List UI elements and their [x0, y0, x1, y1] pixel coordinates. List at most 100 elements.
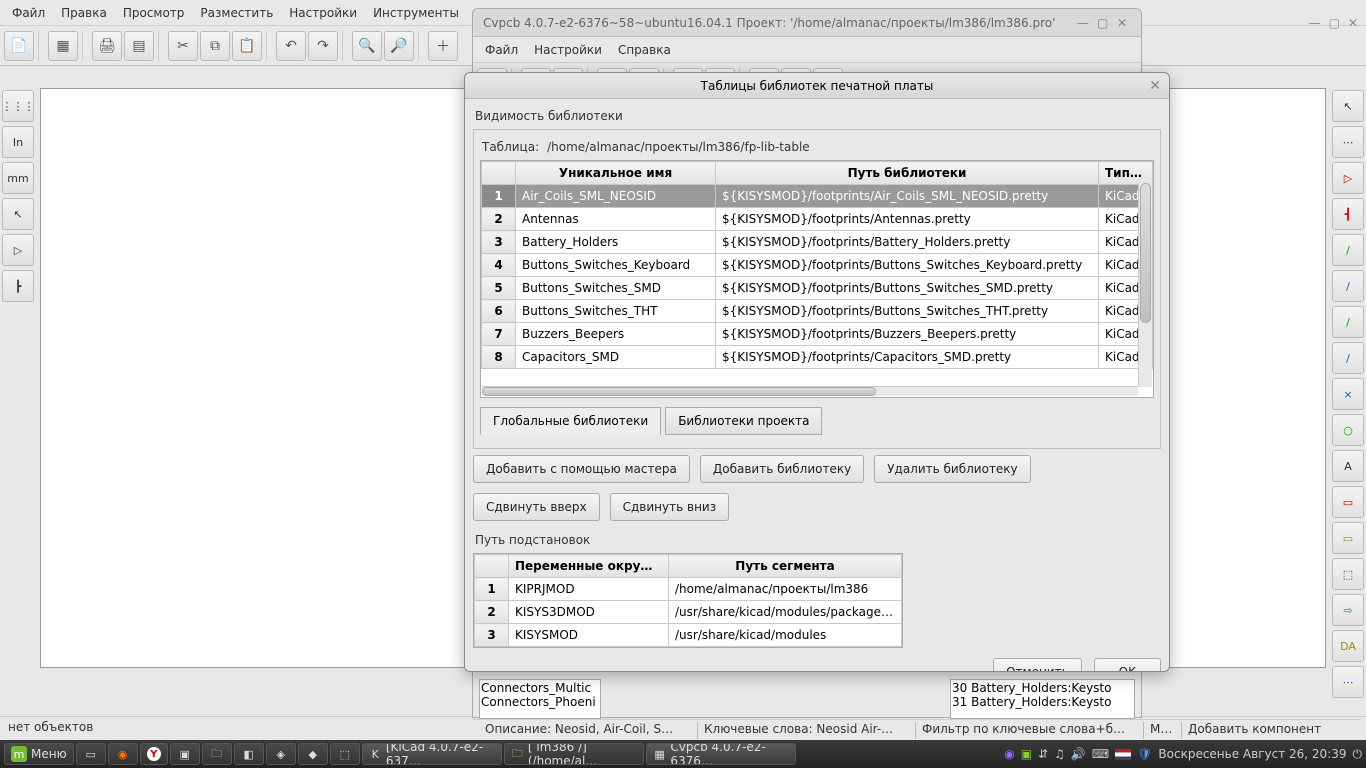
rt-entry2-icon[interactable]: /: [1332, 342, 1364, 374]
tray-flag-icon[interactable]: [1115, 749, 1131, 760]
tb-sheet-icon[interactable]: ▦: [48, 31, 78, 61]
tab-global-libs[interactable]: Глобальные библиотеки: [480, 407, 661, 435]
header-envvar[interactable]: Переменные окружения: [509, 555, 669, 578]
table-row[interactable]: 1 KIPRJMOD /home/almanac/проекты/lm386: [475, 578, 902, 601]
cell-seg[interactable]: /usr/share/kicad/modules: [669, 624, 902, 647]
tab-project-libs[interactable]: Библиотеки проекта: [665, 407, 822, 435]
close-icon[interactable]: ✕: [1348, 16, 1358, 30]
cancel-button[interactable]: Отменить: [993, 658, 1082, 671]
table-row[interactable]: 6 Buttons_Switches_THT ${KISYSMOD}/footp…: [482, 300, 1153, 323]
tray-user-icon[interactable]: ⏻: [1353, 747, 1363, 762]
cvpcb-titlebar[interactable]: Cvpcb 4.0.7-e2-6376~58~ubuntu16.04.1 Про…: [473, 9, 1141, 37]
cell-env[interactable]: KISYS3DMOD: [509, 601, 669, 624]
rt-junction-icon[interactable]: ○: [1332, 414, 1364, 446]
add-wizard-button[interactable]: Добавить с помощью мастера: [473, 455, 690, 483]
list-item[interactable]: 31 Battery_Holders:Keysto: [952, 695, 1133, 709]
menu-file[interactable]: Файл: [6, 3, 51, 23]
menu-settings[interactable]: Настройки: [283, 3, 363, 23]
substitutions-table[interactable]: Переменные окружения Путь сегмента 1 KIP…: [473, 553, 903, 648]
rt-power-icon[interactable]: ┫: [1332, 198, 1364, 230]
close-icon[interactable]: ✕: [1117, 16, 1131, 30]
tray-shield-icon[interactable]: 🛡: [1137, 747, 1152, 761]
close-icon[interactable]: ✕: [1149, 78, 1161, 94]
rt-hlabel-icon[interactable]: ▭: [1332, 522, 1364, 554]
cvpcb-library-list[interactable]: Connectors_Multic Connectors_Phoeni: [479, 679, 601, 719]
cell-path[interactable]: ${KISYSMOD}/footprints/Buttons_Switches_…: [716, 300, 1099, 323]
add-library-button[interactable]: Добавить библиотеку: [700, 455, 864, 483]
tb-cut-icon[interactable]: ✂: [168, 31, 198, 61]
rt-amp-icon[interactable]: ▷: [1332, 162, 1364, 194]
tray-viber-icon[interactable]: ◉: [1004, 747, 1014, 761]
table-row[interactable]: 7 Buzzers_Beepers ${KISYSMOD}/footprints…: [482, 323, 1153, 346]
menu-view[interactable]: Просмотр: [117, 3, 191, 23]
table-row[interactable]: 8 Capacitors_SMD ${KISYSMOD}/footprints/…: [482, 346, 1153, 369]
rt-entry1-icon[interactable]: /: [1332, 306, 1364, 338]
table-row[interactable]: 2 Antennas ${KISYSMOD}/footprints/Antenn…: [482, 208, 1153, 231]
tb-print-icon[interactable]: 🖨: [92, 31, 122, 61]
rt-select-icon[interactable]: ↖: [1332, 90, 1364, 122]
ok-button[interactable]: OK: [1094, 658, 1161, 671]
taskbar-app3[interactable]: ◆: [298, 743, 328, 765]
cvpcb-footprint-list[interactable]: 30 Battery_Holders:Keysto 31 Battery_Hol…: [950, 679, 1135, 719]
table-row[interactable]: 5 Buttons_Switches_SMD ${KISYSMOD}/footp…: [482, 277, 1153, 300]
taskbar-terminal[interactable]: ▣: [170, 743, 200, 765]
library-table[interactable]: Уникальное имя Путь библиотеки Тип пл 1 …: [480, 160, 1154, 398]
tb-zoom-icon[interactable]: 🔎: [384, 31, 414, 61]
cell-name[interactable]: Buttons_Switches_SMD: [516, 277, 716, 300]
cell-env[interactable]: KISYSMOD: [509, 624, 669, 647]
move-down-button[interactable]: Сдвинуть вниз: [610, 493, 729, 521]
cell-seg[interactable]: /home/almanac/проекты/lm386: [669, 578, 902, 601]
cell-name[interactable]: Antennas: [516, 208, 716, 231]
minimize-icon[interactable]: —: [1077, 16, 1091, 30]
lt-mm-icon[interactable]: mm: [2, 162, 34, 194]
cell-name[interactable]: Buzzers_Beepers: [516, 323, 716, 346]
start-menu-button[interactable]: m Меню: [4, 743, 74, 765]
minimize-icon[interactable]: —: [1309, 16, 1321, 30]
taskbar-task-files[interactable]: 🗀[ lm386 /] (/home/al…: [504, 743, 644, 765]
rt-noconn-icon[interactable]: ×: [1332, 378, 1364, 410]
menu-edit[interactable]: Правка: [55, 3, 113, 23]
rt-import-icon[interactable]: ⇨: [1332, 594, 1364, 626]
cell-path[interactable]: ${KISYSMOD}/footprints/Antennas.pretty: [716, 208, 1099, 231]
table-row[interactable]: 1 Air_Coils_SML_NEOSID ${KISYSMOD}/footp…: [482, 185, 1153, 208]
cell-path[interactable]: ${KISYSMOD}/footprints/Battery_Holders.p…: [716, 231, 1099, 254]
taskbar-app1[interactable]: ◧: [234, 743, 264, 765]
taskbar-firefox[interactable]: ◉: [108, 743, 138, 765]
cell-env[interactable]: KIPRJMOD: [509, 578, 669, 601]
maximize-icon[interactable]: ▢: [1329, 16, 1340, 30]
tray-music-icon[interactable]: ♫: [1054, 747, 1065, 761]
menu-file[interactable]: Файл: [479, 40, 524, 60]
lt-inches-icon[interactable]: In: [2, 126, 34, 158]
tb-find-icon[interactable]: 🔍: [352, 31, 382, 61]
tb-undo-icon[interactable]: ↶: [276, 31, 306, 61]
cell-path[interactable]: ${KISYSMOD}/footprints/Buttons_Switches_…: [716, 254, 1099, 277]
tb-plot-icon[interactable]: ▤: [124, 31, 154, 61]
cell-path[interactable]: ${KISYSMOD}/footprints/Buttons_Switches_…: [716, 277, 1099, 300]
header-type[interactable]: Тип пл: [1099, 162, 1153, 185]
list-item[interactable]: 30 Battery_Holders:Keysto: [952, 681, 1133, 695]
tray-clock[interactable]: Воскресенье Август 26, 20:39: [1158, 747, 1346, 761]
maximize-icon[interactable]: ▢: [1097, 16, 1111, 30]
cell-path[interactable]: ${KISYSMOD}/footprints/Buzzers_Beepers.p…: [716, 323, 1099, 346]
header-segment[interactable]: Путь сегмента: [669, 555, 902, 578]
table-row[interactable]: 3 KISYSMOD /usr/share/kicad/modules: [475, 624, 902, 647]
rt-wire-icon[interactable]: /: [1332, 234, 1364, 266]
lt-triangle-icon[interactable]: ▷: [2, 234, 34, 266]
tb-redo-icon[interactable]: ↷: [308, 31, 338, 61]
rt-label-icon[interactable]: A: [1332, 450, 1364, 482]
cell-seg[interactable]: /usr/share/kicad/modules/packages3d/: [669, 601, 902, 624]
cell-name[interactable]: Air_Coils_SML_NEOSID: [516, 185, 716, 208]
rt-dashline-icon[interactable]: ⋯: [1332, 666, 1364, 698]
lt-cursor-icon[interactable]: ↖: [2, 198, 34, 230]
table-row[interactable]: 4 Buttons_Switches_Keyboard ${KISYSMOD}/…: [482, 254, 1153, 277]
rt-da-icon[interactable]: DA: [1332, 630, 1364, 662]
cell-name[interactable]: Battery_Holders: [516, 231, 716, 254]
remove-library-button[interactable]: Удалить библиотеку: [874, 455, 1030, 483]
dialog-titlebar[interactable]: Таблицы библиотек печатной платы ✕: [465, 73, 1169, 99]
menu-help[interactable]: Справка: [612, 40, 677, 60]
header-name[interactable]: Уникальное имя: [516, 162, 716, 185]
tray-network-icon[interactable]: ⇵: [1038, 747, 1048, 761]
taskbar-app4[interactable]: ⬚: [330, 743, 360, 765]
tb-zoomin-icon[interactable]: ＋: [428, 31, 458, 61]
taskbar-task-cvpcb[interactable]: ▦Cvpcb 4.0.7-e2-6376…: [646, 743, 796, 765]
